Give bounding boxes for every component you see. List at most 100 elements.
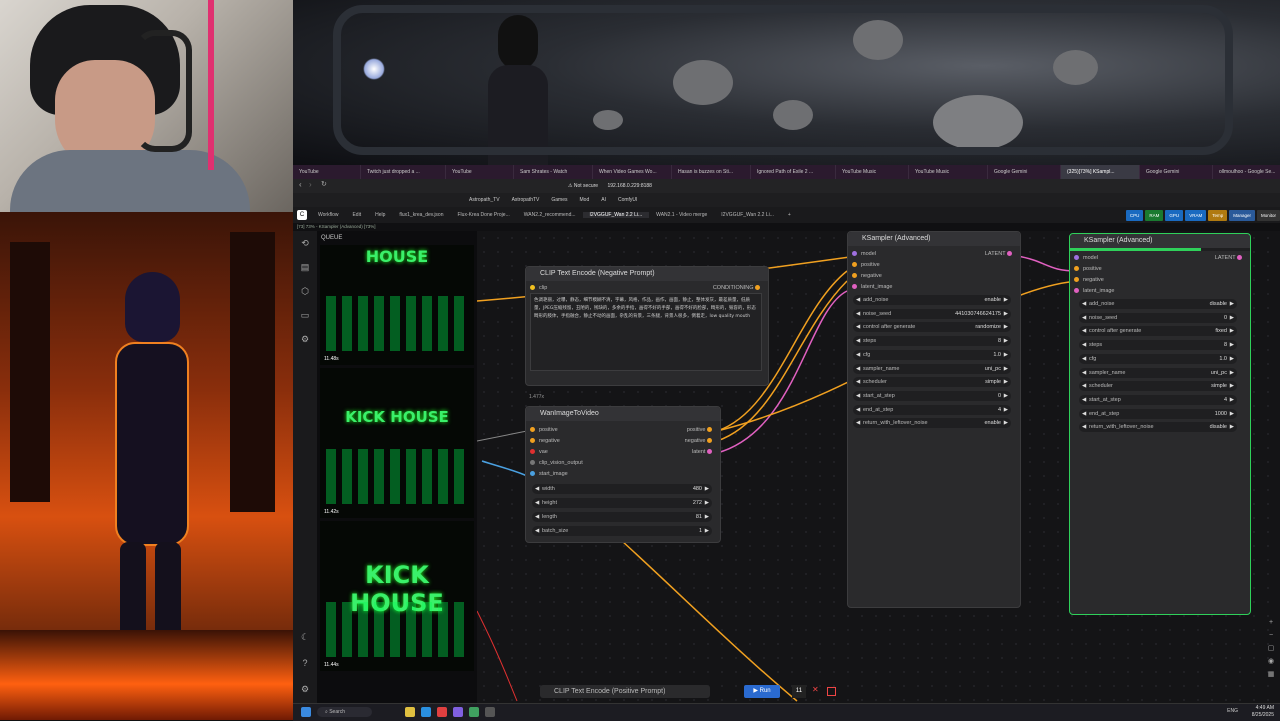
browser-tab[interactable]: YouTube Music <box>909 165 988 179</box>
url-field[interactable]: ⚠ Not secure 192.168.0.229:8188 <box>568 181 898 191</box>
port-latent-image[interactable]: latent_image <box>861 284 893 290</box>
widget-scheduler[interactable]: ◀ scheduler simple ▶ <box>853 377 1011 388</box>
port-positive[interactable]: positive <box>539 427 558 433</box>
widget-add-noise[interactable]: ◀ add_noise enable ▶ <box>853 295 1011 305</box>
browser-tab[interactable]: Sam Shrates - Watch <box>514 165 593 179</box>
port-latent-out[interactable]: LATENT <box>1215 255 1236 261</box>
menu-edit[interactable]: Edit <box>345 212 368 218</box>
clip-text-encode-positive-node[interactable]: CLIP Text Encode (Positive Prompt) <box>540 685 710 698</box>
browser-tab[interactable]: Twitch just dropped a ... <box>361 165 446 179</box>
minimap-icon[interactable]: ▦ <box>1266 668 1276 681</box>
widget-start-at-step[interactable]: ◀ start_at_step 4 ▶ <box>1079 394 1237 405</box>
widget-noise-seed[interactable]: ◀ noise_seed 441030746624175 ▶ <box>853 308 1011 319</box>
widget-scheduler[interactable]: ◀ scheduler simple ▶ <box>1079 381 1237 392</box>
port-out-positive[interactable]: positive <box>687 427 706 433</box>
port-latent-out[interactable]: LATENT <box>985 251 1006 257</box>
manager-button[interactable]: Manager <box>1229 209 1255 221</box>
zoom-in-icon[interactable]: + <box>1266 616 1276 629</box>
port-latent-image[interactable]: latent_image <box>1083 288 1115 294</box>
zoom-out-icon[interactable]: − <box>1266 629 1276 642</box>
reload-icon[interactable]: ↻ <box>321 180 327 188</box>
settings-icon[interactable]: ⚙ <box>299 683 311 695</box>
port-negative[interactable]: negative <box>539 438 560 444</box>
back-icon[interactable]: ‹ <box>299 180 302 189</box>
bookmark[interactable]: AI <box>595 197 612 203</box>
wan-image-to-video-node[interactable]: WanImageToVideo positive negative vae cl… <box>525 406 721 543</box>
browser-tab[interactable]: Ignored Path of Exile 2 ... <box>751 165 836 179</box>
workflow-tab[interactable]: WAN2.2_recommend... <box>517 212 583 218</box>
widget-add-noise[interactable]: ◀ add_noise disable ▶ <box>1079 299 1237 309</box>
clock[interactable]: 4:49 AM 8/25/2025 <box>1252 705 1274 719</box>
port-model[interactable]: model <box>1083 255 1098 261</box>
bookmark[interactable]: Astropath_TV <box>463 197 506 203</box>
bookmark[interactable]: ComfyUI <box>612 197 643 203</box>
widget-batch-size[interactable]: ◀ batch_size 1 ▶ <box>532 526 712 536</box>
browser-tab[interactable]: When Video Games Wo... <box>593 165 672 179</box>
menu-workflow[interactable]: Workflow <box>311 212 345 218</box>
comfy-logo-icon[interactable]: C <box>297 210 307 220</box>
workflow-tab[interactable]: Flux-Krea Done Proje... <box>451 212 517 218</box>
port-conditioning[interactable]: CONDITIONING <box>713 285 754 291</box>
model-library-icon[interactable]: ⬡ <box>299 285 311 297</box>
queue-item[interactable]: KICK HOUSE 11.42s <box>320 368 474 518</box>
app-icon[interactable] <box>453 707 463 717</box>
youtube-icon[interactable] <box>437 707 447 717</box>
widget-return-with-leftover-noise[interactable]: ◀ return_with_leftover_noise disable ▶ <box>1079 422 1237 433</box>
negative-prompt-textarea[interactable]: 色调艳丽，过曝，静态，细节模糊不清，字幕，风格，作品，画作，画面，静止，整体发灰… <box>530 293 762 371</box>
widget-length[interactable]: ◀ length 81 ▶ <box>532 512 712 522</box>
widget-width[interactable]: ◀ width 480 ▶ <box>532 484 712 494</box>
bookmark[interactable]: Mod <box>574 197 596 203</box>
widget-sampler-name[interactable]: ◀ sampler_name uni_pc ▶ <box>853 363 1011 374</box>
forward-icon[interactable]: › <box>309 180 312 189</box>
app-icon[interactable] <box>485 707 495 717</box>
browser-tab[interactable]: Hasan is buzzes on Sti... <box>672 165 751 179</box>
browser-tab[interactable]: ollmoulhoo - Google Se... <box>1213 165 1280 179</box>
browser-tab[interactable]: YouTube Music <box>836 165 909 179</box>
widget-cfg[interactable]: ◀ cfg 1.0 ▶ <box>853 349 1011 360</box>
widget-end-at-step[interactable]: ◀ end_at_step 4 ▶ <box>853 404 1011 415</box>
browser-tab-active[interactable]: (325)[73%] KSampl... <box>1061 165 1140 179</box>
queue-item[interactable]: KICK HOUSE 11.44s <box>320 521 474 671</box>
widget-cfg[interactable]: ◀ cfg 1.0 ▶ <box>1079 353 1237 364</box>
menu-help[interactable]: Help <box>368 212 392 218</box>
port-start-image[interactable]: start_image <box>539 471 568 477</box>
widget-return-with-leftover-noise[interactable]: ◀ return_with_leftover_noise enable ▶ <box>853 418 1011 429</box>
port-model[interactable]: model <box>861 251 876 257</box>
port-positive[interactable]: positive <box>861 262 880 268</box>
bookmark[interactable]: AstropathTV <box>506 197 546 203</box>
port-negative[interactable]: negative <box>1083 277 1104 283</box>
templates-icon[interactable]: ⚙ <box>299 333 311 345</box>
workflow-tab[interactable]: WAN2.1 - Video merge <box>649 212 714 218</box>
chrome-icon[interactable] <box>421 707 431 717</box>
help-icon[interactable]: ? <box>299 657 311 669</box>
port-clip[interactable]: clip <box>539 285 547 291</box>
port-positive[interactable]: positive <box>1083 266 1102 272</box>
queue-item[interactable]: HOUSE 11.48s <box>320 245 474 365</box>
clip-text-encode-negative-node[interactable]: CLIP Text Encode (Negative Prompt) clip … <box>525 266 769 386</box>
widget-control-after-generate[interactable]: ◀ control after generate randomize ▶ <box>853 322 1011 333</box>
browser-tab[interactable]: Google Gemini <box>1140 165 1213 179</box>
port-negative[interactable]: negative <box>861 273 882 279</box>
widget-end-at-step[interactable]: ◀ end_at_step 1000 ▶ <box>1079 408 1237 419</box>
widget-sampler-name[interactable]: ◀ sampler_name uni_pc ▶ <box>1079 367 1237 378</box>
widget-height[interactable]: ◀ height 272 ▶ <box>532 498 712 508</box>
port-clip-vision-output[interactable]: clip_vision_output <box>539 460 583 466</box>
stop-icon[interactable] <box>827 687 836 696</box>
browser-tab[interactable]: Google Gemini <box>988 165 1061 179</box>
run-button[interactable]: ▶ Run <box>744 685 780 698</box>
fit-view-icon[interactable]: ▢ <box>1266 642 1276 655</box>
theme-icon[interactable]: ☾ <box>299 631 311 643</box>
port-vae[interactable]: vae <box>539 449 548 455</box>
start-icon[interactable] <box>301 707 311 717</box>
widget-steps[interactable]: ◀ steps 8 ▶ <box>1079 340 1237 351</box>
widget-start-at-step[interactable]: ◀ start_at_step 0 ▶ <box>853 390 1011 401</box>
queue-icon[interactable]: ⟲ <box>299 237 311 249</box>
workflows-icon[interactable]: ▭ <box>299 309 311 321</box>
app-icon[interactable] <box>469 707 479 717</box>
widget-steps[interactable]: ◀ steps 8 ▶ <box>853 336 1011 347</box>
port-out-negative[interactable]: negative <box>685 438 706 444</box>
node-library-icon[interactable]: ▤ <box>299 261 311 273</box>
widget-noise-seed[interactable]: ◀ noise_seed 0 ▶ <box>1079 312 1237 323</box>
widget-control-after-generate[interactable]: ◀ control after generate fixed ▶ <box>1079 326 1237 337</box>
workflow-tab[interactable]: I2VGGUF_Wan 2.2 Li... <box>714 212 781 218</box>
